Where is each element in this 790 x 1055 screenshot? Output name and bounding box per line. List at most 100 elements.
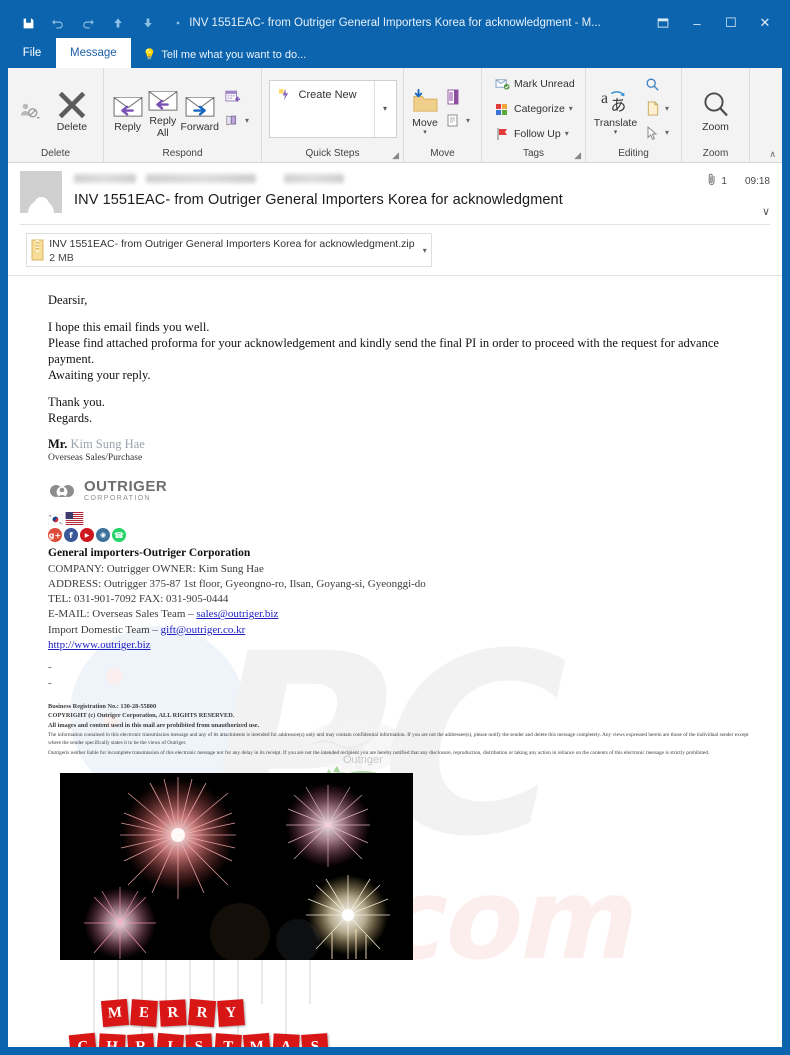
reply-all-button[interactable]: Reply All [145, 78, 180, 139]
rules-button[interactable]: ▾ [443, 111, 473, 131]
categorize-button[interactable]: Categorize ▾ [491, 99, 578, 119]
greeting: Dearsir, [48, 293, 88, 307]
related-button[interactable]: ▾ [642, 99, 672, 119]
sender-name-redacted [74, 173, 136, 183]
avatar [20, 171, 62, 213]
save-icon[interactable] [14, 10, 42, 36]
find-button[interactable] [642, 75, 672, 95]
zoom-button[interactable]: Zoom [690, 84, 742, 134]
translate-button[interactable]: a あ Translate ▾ [592, 80, 639, 137]
quick-step-create-new[interactable]: Create New [277, 87, 374, 103]
meeting-button[interactable] [222, 87, 252, 107]
sales-email-link[interactable]: sales@outriger.biz [196, 608, 278, 620]
legal-footer: Business Registration No.: 130-28-55800 … [48, 702, 762, 757]
email-label: E-MAIL: Overseas Sales Team – [48, 608, 197, 621]
reply-button[interactable]: Reply [110, 84, 145, 134]
svg-text:a: a [601, 90, 608, 107]
logo-line-2: CORPORATION [84, 495, 151, 502]
group-label-respond: Respond [162, 148, 203, 159]
christmas-tile: S [185, 1033, 213, 1047]
close-button[interactable]: ✕ [748, 8, 782, 38]
next-item-icon[interactable] [134, 10, 162, 36]
tab-message[interactable]: Message [56, 38, 131, 68]
instagram-icon[interactable]: ◉ [96, 528, 110, 542]
more-respond-button[interactable]: ▾ [222, 111, 252, 131]
delete-button[interactable]: Delete [47, 84, 97, 134]
christmas-tile: R [187, 999, 217, 1028]
translate-icon: a あ [599, 84, 631, 118]
collapse-ribbon-button[interactable]: ∧ [769, 149, 776, 160]
dash-separators: - - [48, 659, 762, 692]
email-line: E-MAIL: Overseas Sales Team – sales@outr… [48, 607, 762, 622]
forward-button[interactable]: Forward [180, 84, 219, 134]
customize-quick-access-icon[interactable] [164, 10, 192, 36]
expand-header-button[interactable]: ∨ [762, 205, 770, 218]
move-icon [410, 84, 440, 118]
christmas-tile: T [214, 1033, 242, 1047]
follow-up-button[interactable]: Follow Up ▾ [491, 124, 578, 144]
closing-line-2: Regards. [48, 411, 93, 425]
undo-icon[interactable] [44, 10, 72, 36]
outriger-logo: OUTRIGER CORPORATION [48, 479, 762, 502]
lightbulb-icon: 💡 [142, 49, 157, 61]
maximize-button[interactable]: ☐ [714, 8, 748, 38]
reply-all-label: Reply All [149, 114, 177, 139]
christmas-tile: M [100, 999, 130, 1028]
attachment-item[interactable]: INV 1551EAC- from Outriger General Impor… [26, 233, 432, 267]
quick-steps-gallery[interactable]: Create New ▾ [268, 79, 397, 138]
attachment-menu-button[interactable]: ▾ [419, 234, 431, 266]
group-label-editing: Editing [618, 148, 649, 159]
import-label: Import Domestic Team – [48, 623, 161, 636]
quick-steps-more-button[interactable]: ▾ [373, 80, 396, 137]
message-header-main: INV 1551EAC- from Outriger General Impor… [62, 171, 678, 218]
whatsapp-icon[interactable]: ☎ [112, 528, 126, 542]
import-line: Import Domestic Team – gift@outriger.co.… [48, 623, 762, 638]
respond-small-buttons: ▾ [219, 87, 255, 131]
follow-up-label: Follow Up [514, 127, 561, 140]
mark-unread-button[interactable]: Mark Unread [491, 74, 578, 94]
christmas-tile: A [272, 1033, 300, 1047]
attachment-filename: INV 1551EAC- from Outriger General Impor… [49, 238, 415, 250]
gift-email-link[interactable]: gift@outriger.co.kr [161, 624, 246, 636]
ribbon-group-move: Move ▾ ▾ Move [404, 68, 482, 163]
group-label-zoom: Zoom [702, 148, 729, 159]
tel-line: TEL: 031-901-7092 FAX: 031-905-0444 [48, 593, 229, 606]
group-label-move: Move [430, 148, 455, 159]
delete-label: Delete [56, 120, 88, 133]
redo-icon[interactable] [74, 10, 102, 36]
quick-steps-dialog-launcher[interactable]: ◢ [392, 148, 399, 162]
svg-text:あ: あ [611, 95, 627, 114]
window-controls: – ☐ ✕ [646, 8, 782, 38]
message-header-meta: 1 09:18 ∨ [678, 171, 770, 218]
fireworks-image [60, 773, 413, 961]
ignore-button[interactable] [14, 90, 47, 128]
reply-label: Reply [114, 120, 142, 133]
search-icon [645, 77, 661, 93]
ignore-icon [19, 94, 41, 128]
move-button[interactable]: Move ▾ [410, 80, 440, 137]
attachment-count: 1 [708, 173, 727, 189]
tags-dialog-launcher[interactable]: ◢ [574, 148, 581, 162]
ribbon-display-options-icon[interactable] [646, 8, 680, 38]
christmas-tile: R [159, 999, 187, 1027]
google-plus-icon[interactable]: g+ [48, 528, 62, 542]
forward-icon [184, 88, 216, 122]
onenote-button[interactable] [443, 87, 473, 107]
dash-1: - [48, 660, 52, 673]
select-button[interactable]: ▾ [642, 123, 672, 143]
tell-me-box[interactable]: 💡 Tell me what you want to do... [131, 48, 307, 68]
website-link[interactable]: http://www.outriger.biz [48, 639, 151, 651]
group-label-delete: Delete [41, 148, 70, 159]
message-body: PC risk.com Outriger Dearsir, I hope thi… [8, 275, 782, 1047]
legal-paragraph-1: The information contained in this electr… [48, 732, 749, 746]
tell-me-label: Tell me what you want to do... [161, 48, 307, 61]
youtube-icon[interactable]: ▶ [80, 528, 94, 542]
outlook-message-window: INV 1551EAC- from Outriger General Impor… [8, 8, 782, 1047]
mark-unread-label: Mark Unread [514, 77, 575, 90]
signature-block: General importers-Outriger Corporation C… [48, 546, 762, 653]
facebook-icon[interactable]: f [64, 528, 78, 542]
tab-file[interactable]: File [8, 38, 56, 68]
paperclip-icon [708, 173, 717, 189]
minimize-button[interactable]: – [680, 8, 714, 38]
previous-item-icon[interactable] [104, 10, 132, 36]
